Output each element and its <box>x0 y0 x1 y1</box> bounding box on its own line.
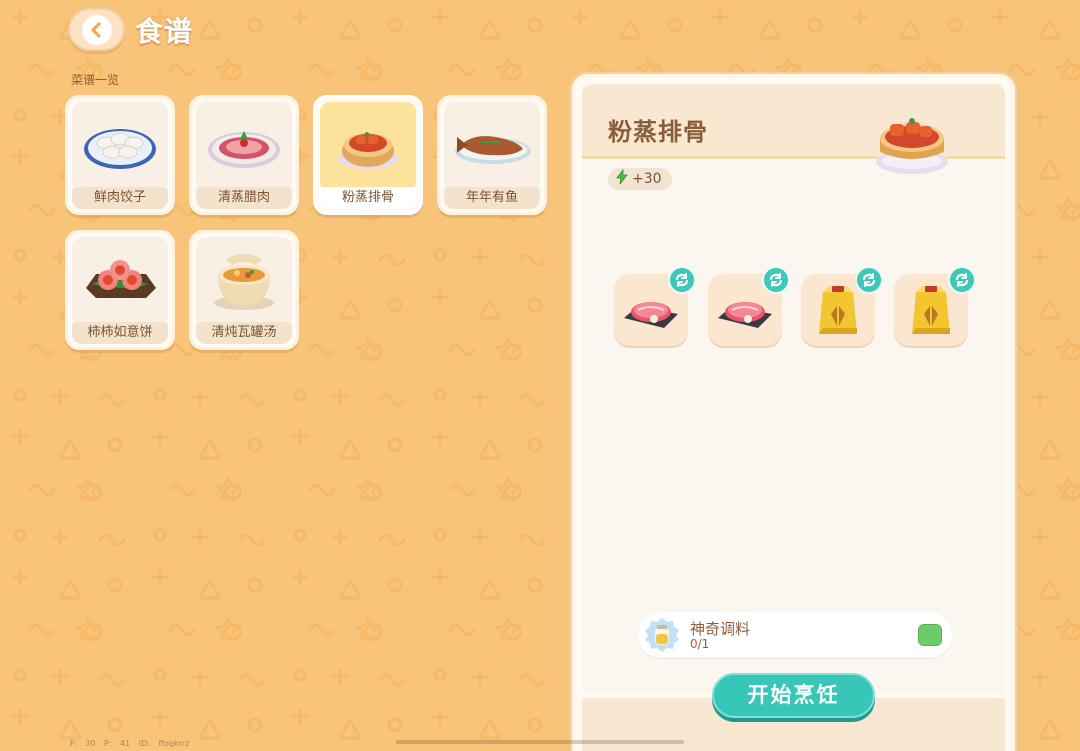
chevron-left-icon <box>81 14 112 45</box>
ingredient-slot[interactable] <box>801 266 883 348</box>
recipe-detail-panel: 粉蒸排骨 +30 神奇调料 0/1 <box>572 74 1015 751</box>
lightning-icon <box>614 168 630 189</box>
energy-value: +30 <box>632 171 662 187</box>
recipe-list-label: 菜谱一览 <box>71 73 120 87</box>
start-cooking-button[interactable]: 开始烹饪 <box>712 673 875 718</box>
seasoning-toggle[interactable] <box>918 624 942 646</box>
back-button[interactable] <box>68 8 125 51</box>
steamed-ribs-bamboo-steamer-icon <box>320 102 416 187</box>
recipe-card-label: 清蒸腊肉 <box>196 187 292 209</box>
clay-pot-soup-icon <box>196 237 292 322</box>
fish-plate-icon <box>444 102 540 187</box>
recipe-card-clay-pot-soup[interactable]: 清炖瓦罐汤 <box>189 230 299 350</box>
recipe-card-label: 年年有鱼 <box>444 187 540 209</box>
refresh-icon[interactable] <box>855 266 883 294</box>
seasoning-row[interactable]: 神奇调料 0/1 <box>638 612 952 658</box>
recipe-card-dumplings[interactable]: 鲜肉饺子 <box>65 95 175 215</box>
seasoning-count: 0/1 <box>690 637 710 651</box>
recipe-card-fish[interactable]: 年年有鱼 <box>437 95 547 215</box>
persimmon-cakes-icon <box>72 237 168 322</box>
refresh-icon[interactable] <box>762 266 790 294</box>
recipe-card-label: 柿柿如意饼 <box>72 322 168 344</box>
steamed-bacon-plate-icon <box>196 102 292 187</box>
recipe-card-persimmon-cakes[interactable]: 柿柿如意饼 <box>65 230 175 350</box>
seasoning-label: 神奇调料 <box>690 620 751 638</box>
steamed-ribs-bamboo-steamer-icon <box>872 106 952 182</box>
ingredient-slot[interactable] <box>708 266 790 348</box>
recipe-card-steamed-bacon[interactable]: 清蒸腊肉 <box>189 95 299 215</box>
recipe-card-label: 清炖瓦罐汤 <box>196 322 292 344</box>
refresh-icon[interactable] <box>668 266 696 294</box>
seasoning-jar-icon <box>642 616 682 658</box>
dumplings-plate-icon <box>72 102 168 187</box>
refresh-icon[interactable] <box>948 266 976 294</box>
home-indicator[interactable] <box>396 740 684 744</box>
page-title: 食谱 <box>135 15 194 48</box>
energy-badge: +30 <box>608 168 672 190</box>
debug-info: F: 30 P: 41 ID: ffoqkrrz <box>70 739 190 748</box>
recipe-card-label: 粉蒸排骨 <box>320 187 416 209</box>
recipe-card-steamed-ribs[interactable]: 粉蒸排骨 <box>313 95 423 215</box>
recipe-card-label: 鲜肉饺子 <box>72 187 168 209</box>
recipe-title: 粉蒸排骨 <box>608 118 708 146</box>
ingredient-slot[interactable] <box>894 266 976 348</box>
ingredient-slot[interactable] <box>614 266 696 348</box>
